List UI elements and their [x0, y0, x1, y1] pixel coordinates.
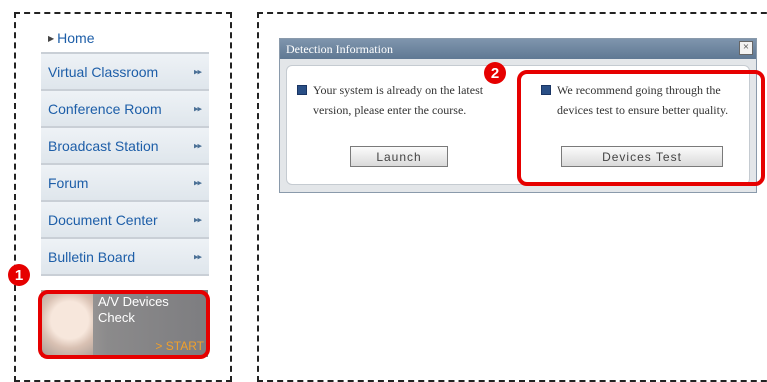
sidebar-item-label: Home: [57, 30, 95, 46]
dialog-title-bar: Detection Information ×: [280, 39, 756, 59]
sidebar-item-virtual-classroom[interactable]: Virtual Classroom ▸▸: [41, 54, 209, 91]
double-arrow-icon: ▸▸: [193, 66, 202, 76]
double-arrow-icon: ▸▸: [193, 214, 202, 224]
dialog-title: Detection Information: [286, 42, 393, 56]
sidebar-item-conference-room[interactable]: Conference Room ▸▸: [41, 91, 209, 128]
sidebar-item-label: Conference Room: [48, 100, 162, 117]
sidebar-nav: ▶ Home Virtual Classroom ▸▸ Conference R…: [41, 24, 209, 276]
sidebar-item-label: Bulletin Board: [48, 248, 136, 265]
sidebar-item-label: Forum: [48, 174, 89, 191]
callout-number-2: 2: [484, 62, 506, 84]
double-arrow-icon: ▸▸: [193, 140, 202, 150]
triangle-icon: ▶: [48, 33, 55, 43]
bullet-icon: [297, 85, 307, 95]
sidebar-item-label: Document Center: [48, 211, 158, 228]
sidebar-item-broadcast-station[interactable]: Broadcast Station ▸▸: [41, 128, 209, 165]
sidebar-item-forum[interactable]: Forum ▸▸: [41, 165, 209, 202]
double-arrow-icon: ▸▸: [193, 251, 202, 261]
launch-button[interactable]: Launch: [350, 146, 448, 167]
sidebar-item-bulletin-board[interactable]: Bulletin Board ▸▸: [41, 239, 209, 276]
callout-highlight-2: [517, 70, 765, 186]
sidebar-item-home[interactable]: ▶ Home: [41, 24, 209, 54]
sidebar-item-label: Broadcast Station: [48, 137, 159, 154]
double-arrow-icon: ▸▸: [193, 103, 202, 113]
sidebar-item-document-center[interactable]: Document Center ▸▸: [41, 202, 209, 239]
close-icon[interactable]: ×: [739, 41, 753, 55]
latest-version-text: Your system is already on the latest ver…: [313, 83, 484, 117]
callout-highlight-1: [38, 290, 210, 359]
latest-version-message: Your system is already on the latest ver…: [297, 80, 503, 120]
callout-number-1: 1: [8, 264, 30, 286]
double-arrow-icon: ▸▸: [193, 177, 202, 187]
sidebar-item-label: Virtual Classroom: [48, 63, 159, 80]
